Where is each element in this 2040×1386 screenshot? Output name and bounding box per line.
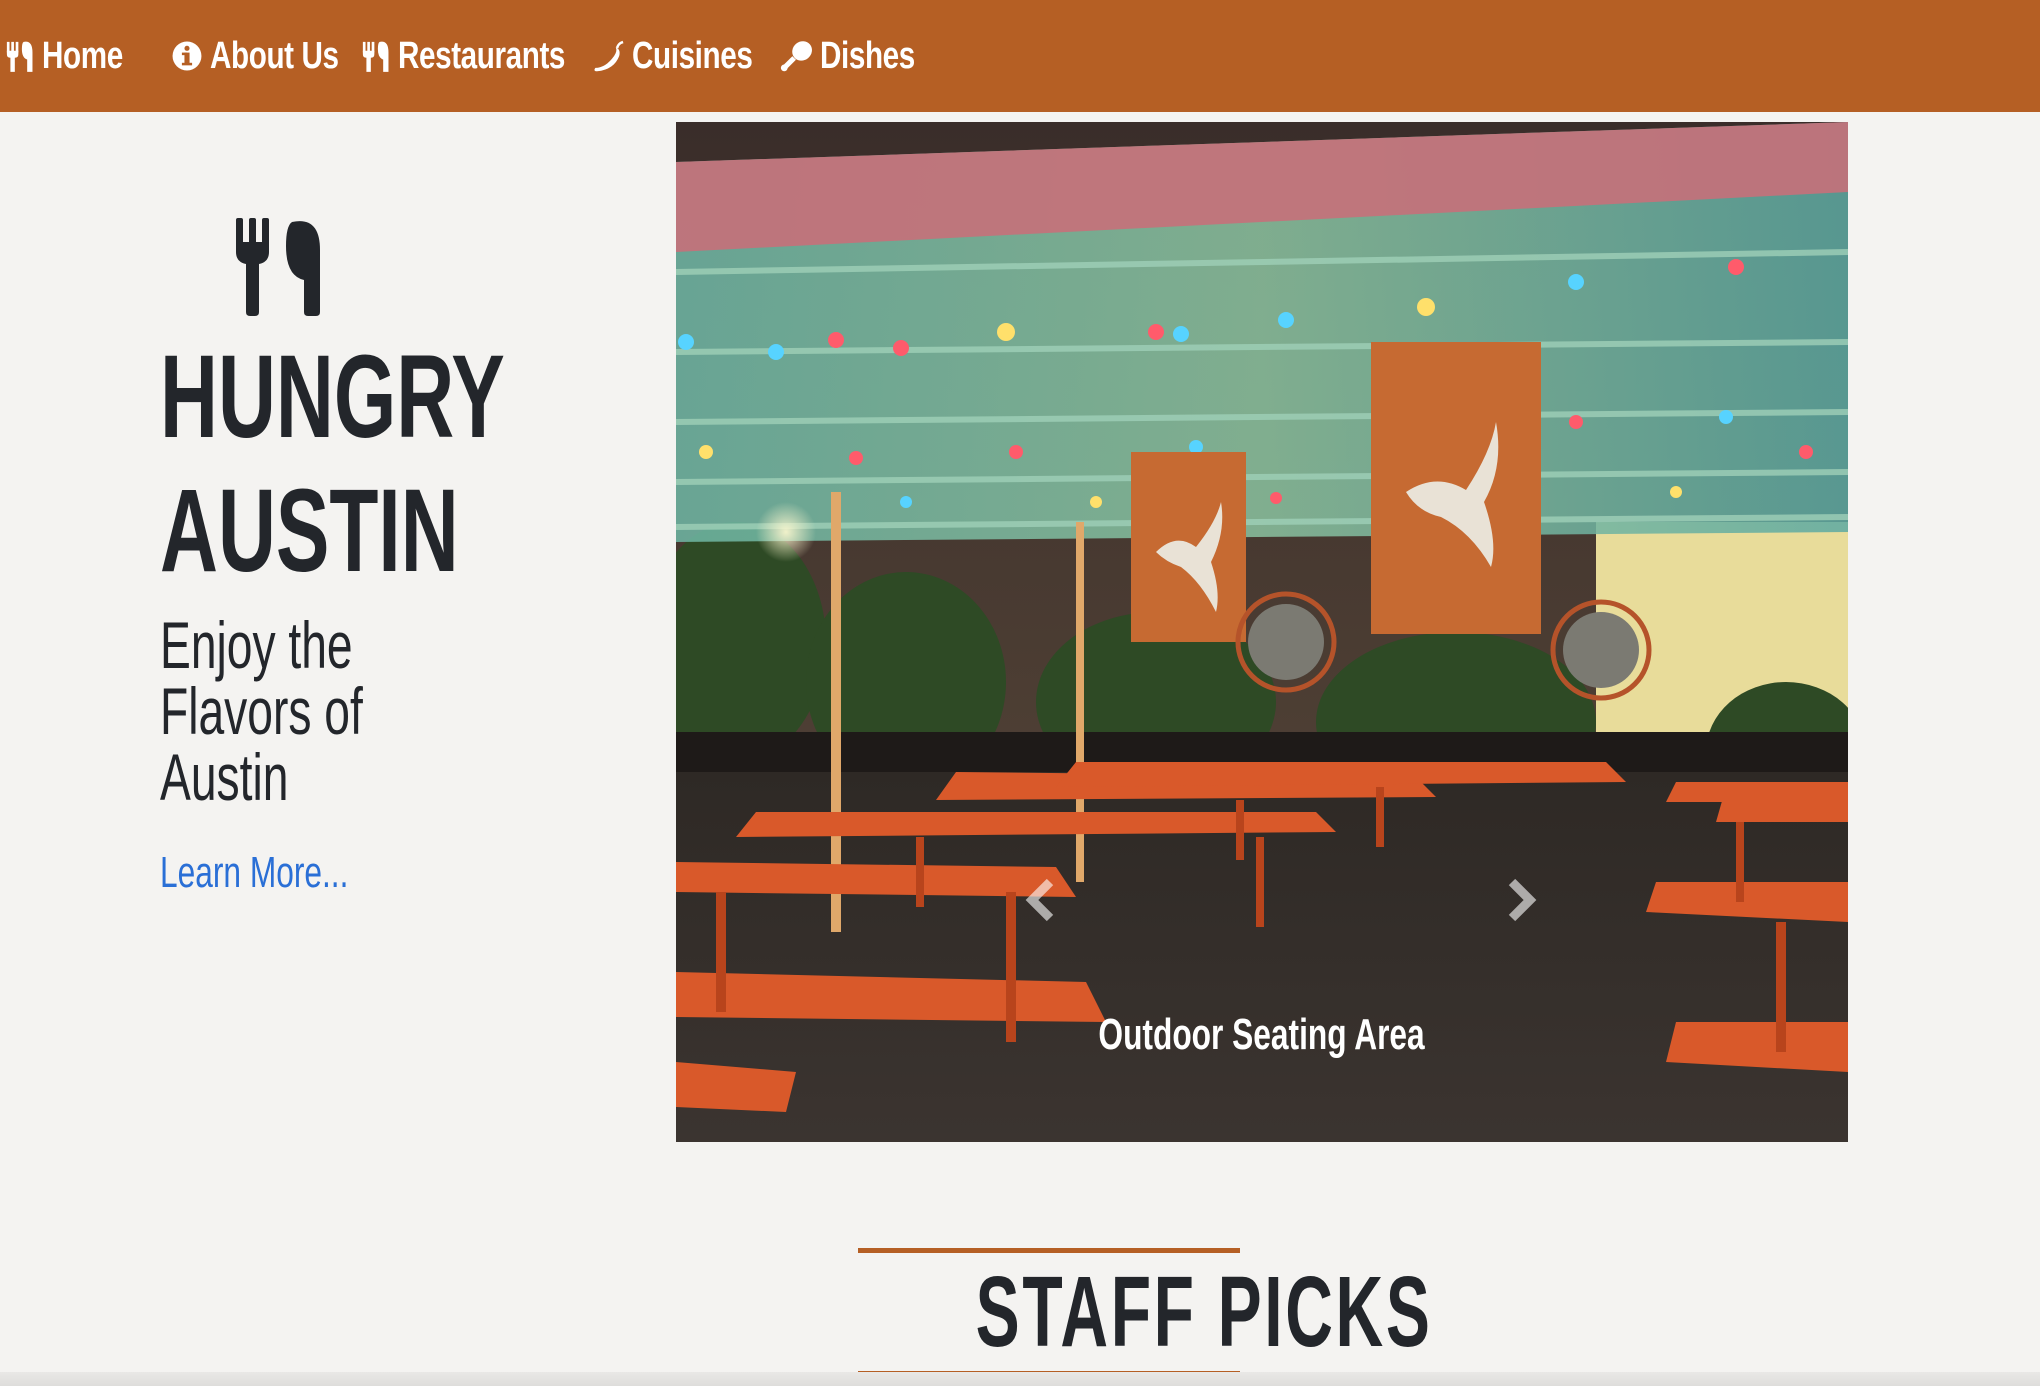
nav-about-us-label: About Us bbox=[210, 34, 339, 77]
nav-cuisines[interactable]: Cuisines bbox=[592, 0, 786, 112]
pepper-icon bbox=[594, 40, 624, 72]
utensils-icon bbox=[6, 41, 33, 72]
tagline-line: Enjoy the bbox=[160, 608, 353, 682]
tagline-line: Austin bbox=[160, 740, 289, 814]
top-navbar: Home About Us Restaurants Cuisines Dishe… bbox=[0, 0, 2040, 112]
nav-dishes[interactable]: Dishes bbox=[780, 0, 942, 112]
nav-cuisines-label: Cuisines bbox=[632, 34, 753, 77]
nav-restaurants[interactable]: Restaurants bbox=[362, 0, 612, 112]
nav-home[interactable]: Home bbox=[6, 0, 146, 112]
outdoor-seating-photo bbox=[676, 122, 1848, 1142]
chevron-right-icon[interactable] bbox=[1496, 870, 1546, 930]
tagline-line: Flavors of bbox=[160, 674, 363, 748]
info-circle-icon bbox=[172, 41, 202, 71]
image-carousel bbox=[676, 122, 1848, 1142]
chevron-left-icon[interactable] bbox=[1016, 870, 1066, 930]
utensils-icon bbox=[236, 218, 320, 316]
staff-picks-title: STAFF PICKS bbox=[975, 1256, 1433, 1368]
nav-home-label: Home bbox=[42, 34, 123, 77]
brand-title-line1: HUNGRY bbox=[160, 331, 505, 463]
staff-picks-heading: STAFF PICKS bbox=[858, 1248, 1430, 1376]
nav-about-us[interactable]: About Us bbox=[170, 0, 375, 112]
drumstick-icon bbox=[780, 41, 812, 72]
utensils-icon bbox=[362, 41, 389, 72]
hero-tagline: Enjoy the Flavors of Austin bbox=[160, 612, 370, 810]
learn-more-link[interactable]: Learn More... bbox=[160, 848, 348, 898]
carousel-caption-text: Outdoor Seating Area bbox=[1098, 1010, 1426, 1059]
brand-title-line2: AUSTIN bbox=[160, 465, 459, 597]
nav-restaurants-label: Restaurants bbox=[398, 34, 566, 77]
nav-dishes-label: Dishes bbox=[820, 34, 915, 77]
carousel-caption: Outdoor Seating Area bbox=[676, 1010, 1848, 1060]
section-divider bbox=[0, 1372, 2040, 1386]
